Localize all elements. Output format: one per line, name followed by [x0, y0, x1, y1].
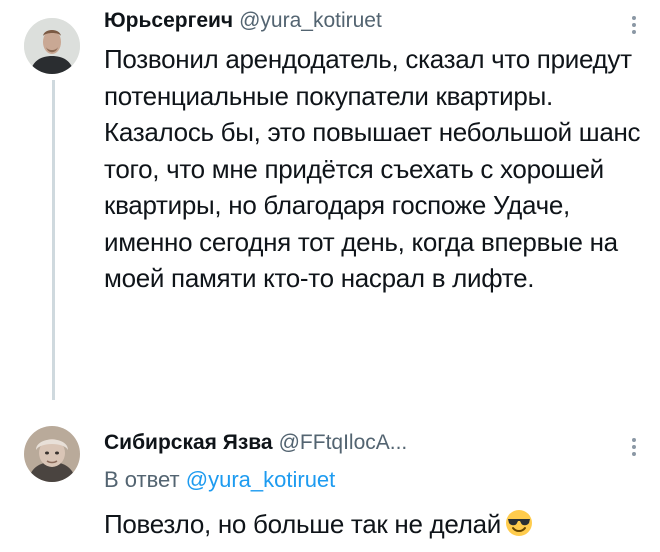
more-options-icon[interactable] [631, 16, 637, 37]
reply-context: В ответ @yura_kotiruet [104, 466, 335, 494]
author-name[interactable]: Сибирская Язва [104, 431, 273, 454]
reply-prefix: В ответ [104, 467, 180, 492]
tweet-2[interactable]: Сибирская Язва @FFtqIlocA... В ответ @yur… [0, 400, 660, 552]
author-handle[interactable]: @yura_kotiruet [239, 9, 382, 32]
smiling-face-with-sunglasses-icon [505, 509, 533, 537]
avatar-photo-icon [24, 18, 80, 74]
reply-mention-link[interactable]: @yura_kotiruet [186, 467, 336, 492]
avatar[interactable] [24, 18, 80, 74]
avatar[interactable] [24, 426, 80, 482]
avatar-photo-icon [24, 426, 80, 482]
tweet-text: Повезло, но больше так не делай [104, 506, 649, 543]
tweet-text: Позвонил арендодатель, сказал что приеду… [104, 44, 641, 293]
author-name[interactable]: Юрьсергеич [104, 9, 233, 32]
more-options-icon[interactable] [631, 438, 637, 459]
author-handle[interactable]: @FFtqIlocA... [279, 431, 408, 454]
tweet-header: Сибирская Язва @FFtqIlocA... [104, 430, 407, 456]
tweet-header: Юрьсергеич @yura_kotiruet [104, 8, 382, 34]
thread-line [52, 80, 55, 400]
tweet-text-content: Повезло, но больше так не делай [104, 509, 501, 539]
tweet-1[interactable]: Юрьсергеич @yura_kotiruet Позвонил арендо… [0, 0, 660, 400]
